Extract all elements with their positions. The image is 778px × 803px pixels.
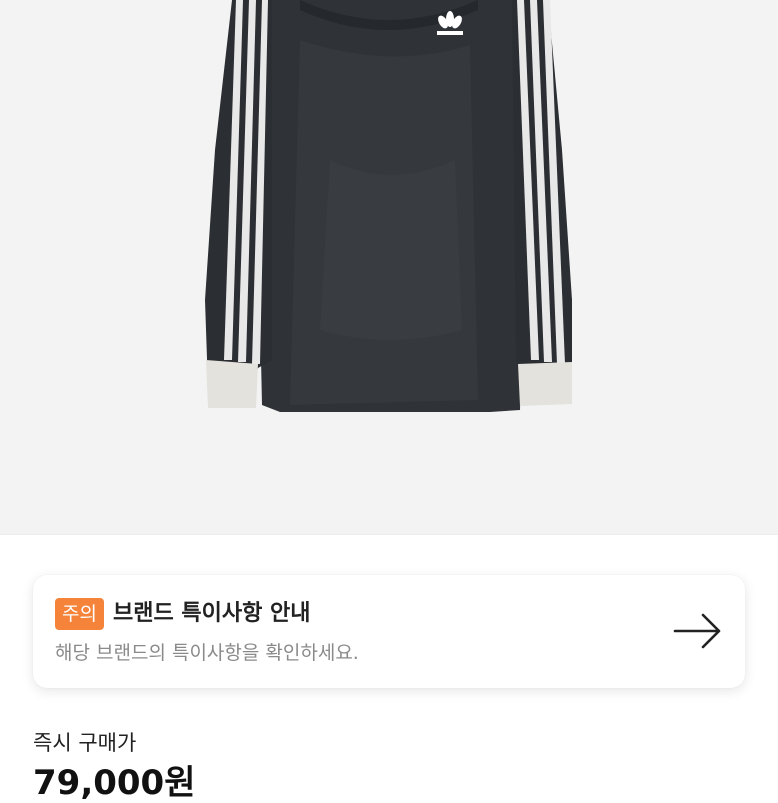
product-image-area	[0, 0, 778, 534]
instant-buy-price-label: 즉시 구매가	[33, 731, 137, 755]
caution-badge: 주의	[55, 598, 104, 630]
arrow-right-icon[interactable]	[673, 611, 723, 651]
notice-title: 브랜드 특이사항 안내	[113, 601, 311, 626]
brand-notice-card[interactable]: 주의 브랜드 특이사항 안내 해당 브랜드의 특이사항을 확인하세요.	[33, 575, 745, 688]
instant-buy-price-value: 79,000원	[33, 763, 196, 803]
product-image	[205, 0, 572, 412]
notice-description: 해당 브랜드의 특이사항을 확인하세요.	[55, 642, 359, 664]
section-divider	[0, 534, 778, 535]
